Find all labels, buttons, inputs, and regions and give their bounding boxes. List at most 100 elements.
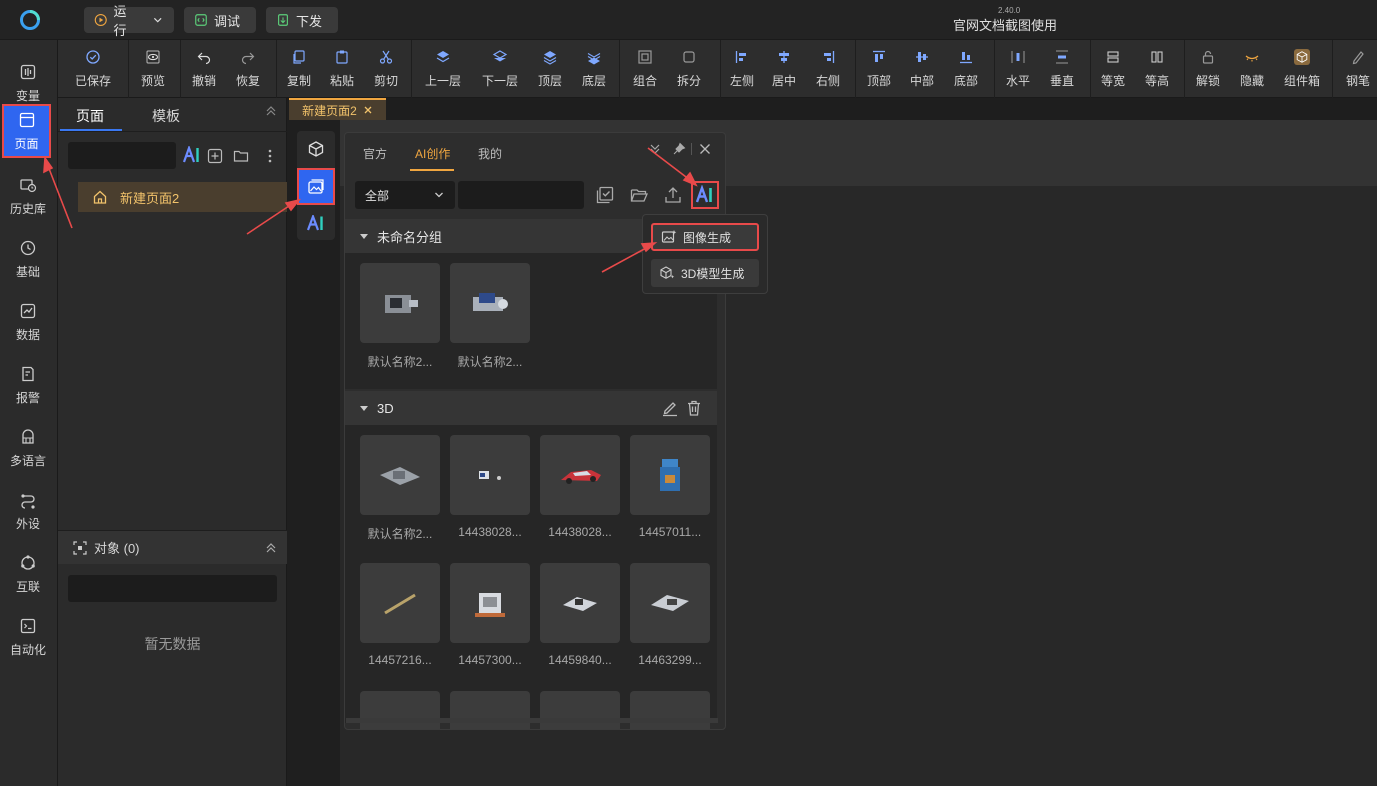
group-header-3d[interactable]: 3D <box>345 391 717 425</box>
folder-icon[interactable] <box>233 148 249 164</box>
close-icon[interactable] <box>698 142 712 156</box>
library-tab-official[interactable]: 官方 <box>363 145 387 162</box>
chassis-model-icon <box>651 595 689 611</box>
library-item[interactable] <box>540 691 620 729</box>
collapse-down-icon[interactable] <box>648 142 662 156</box>
library-item[interactable]: 14463299... <box>630 563 710 667</box>
menu-item-image-generation[interactable]: 图像生成 <box>651 223 759 251</box>
library-search-input[interactable] <box>458 181 584 209</box>
category-select[interactable]: 全部 <box>355 181 455 209</box>
image-library-tab[interactable] <box>297 168 335 205</box>
send-backward-button[interactable]: 下一层 <box>475 40 525 98</box>
component-library-tab[interactable] <box>297 131 335 167</box>
hide-label: 隐藏 <box>1239 74 1264 88</box>
ungroup-button[interactable]: 拆分 <box>667 40 711 98</box>
nav-item-data[interactable]: 数据 <box>0 293 56 351</box>
library-item[interactable]: 默认名称2... <box>450 263 530 370</box>
tab-templates[interactable]: 模板 <box>152 106 180 126</box>
preview-button[interactable]: 预览 <box>132 40 174 98</box>
library-item[interactable] <box>360 691 440 729</box>
nav-item-language[interactable]: 多语言 <box>0 419 56 477</box>
collapse-objects-icon[interactable] <box>264 541 278 555</box>
nav-item-automation[interactable]: 自动化 <box>0 608 56 666</box>
edit-icon[interactable] <box>661 399 679 417</box>
nav-item-alarm[interactable]: 报警 <box>0 356 56 414</box>
collapse-up-icon[interactable] <box>264 104 278 118</box>
same-height-button[interactable]: 等高 <box>1136 40 1178 98</box>
deploy-button[interactable]: 下发 <box>266 7 338 33</box>
library-item[interactable]: 14438028... <box>450 435 530 539</box>
align-right-icon <box>824 51 835 63</box>
menu-item-3d-generation[interactable]: 3D模型生成 <box>651 259 759 287</box>
distribute-vertical-button[interactable]: 垂直 <box>1041 40 1083 98</box>
send-backward-label: 下一层 <box>481 74 518 88</box>
ai-icon[interactable] <box>182 146 202 164</box>
app-window: 运行 调试 下发 2.40.0 官网文档截图使用 已保存 预览 撤销 恢复 复制… <box>0 0 1377 786</box>
library-item[interactable]: 14438028... <box>540 435 620 539</box>
align-bottom-button[interactable]: 底部 <box>945 40 987 98</box>
page-panel-tabs: 页面 模板 <box>58 98 287 132</box>
image-sparkle-icon <box>661 230 677 243</box>
align-right-button[interactable]: 右侧 <box>807 40 849 98</box>
nav-item-peripherals[interactable]: 外设 <box>0 482 56 540</box>
bring-forward-button[interactable]: 上一层 <box>418 40 468 98</box>
library-item[interactable]: 默认名称2... <box>360 435 440 542</box>
object-search-input[interactable] <box>68 575 277 602</box>
horizontal-scrollbar[interactable] <box>346 718 718 723</box>
more-icon[interactable] <box>262 148 278 164</box>
copy-button[interactable]: 复制 <box>278 40 320 98</box>
distribute-horizontal-label: 水平 <box>1005 74 1030 88</box>
bring-to-front-button[interactable]: 顶层 <box>530 40 570 98</box>
library-item[interactable] <box>630 691 710 729</box>
cut-button[interactable]: 剪切 <box>365 40 407 98</box>
same-width-button[interactable]: 等宽 <box>1092 40 1134 98</box>
library-item[interactable]: 14457011... <box>630 435 710 539</box>
align-center-button[interactable]: 居中 <box>763 40 805 98</box>
library-tab-ai[interactable]: AI创作 <box>415 145 450 162</box>
hide-button[interactable]: 隐藏 <box>1230 40 1274 98</box>
item-caption: 14457011... <box>638 525 702 539</box>
title-bar: 运行 调试 下发 2.40.0 官网文档截图使用 <box>0 0 1377 40</box>
close-tab-icon[interactable] <box>363 105 373 115</box>
pin-icon[interactable] <box>672 142 686 156</box>
batch-select-button[interactable] <box>593 183 617 207</box>
align-middle-button[interactable]: 中部 <box>901 40 943 98</box>
chevron-down-icon[interactable] <box>151 13 164 27</box>
add-page-icon[interactable] <box>207 148 223 164</box>
undo-button[interactable]: 撤销 <box>183 40 225 98</box>
component-box-button[interactable]: 组件箱 <box>1278 40 1326 98</box>
page-search-input[interactable] <box>68 142 176 169</box>
trash-icon[interactable] <box>685 399 703 417</box>
run-button[interactable]: 运行 <box>84 4 174 38</box>
nav-item-basic[interactable]: 基础 <box>0 230 56 288</box>
library-item[interactable]: 14457300... <box>450 563 530 667</box>
nav-label-peripherals: 外设 <box>15 516 40 531</box>
align-left-button[interactable]: 左侧 <box>721 40 763 98</box>
unlock-button[interactable]: 解锁 <box>1186 40 1230 98</box>
doc-tab-page2[interactable]: 新建页面2 <box>289 98 386 120</box>
nav-item-interconnect[interactable]: 互联 <box>0 545 56 603</box>
library-tab-mine[interactable]: 我的 <box>478 145 502 162</box>
library-item[interactable] <box>450 691 530 729</box>
library-item[interactable]: 默认名称2... <box>360 263 440 370</box>
saved-button[interactable]: 已保存 <box>66 40 120 98</box>
redo-button[interactable]: 恢复 <box>227 40 269 98</box>
send-to-back-button[interactable]: 底层 <box>574 40 614 98</box>
debug-button[interactable]: 调试 <box>184 7 256 33</box>
upload-button[interactable] <box>661 183 685 207</box>
nav-item-history[interactable]: 历史库 <box>0 167 56 225</box>
tab-pages[interactable]: 页面 <box>76 106 104 126</box>
paste-button[interactable]: 粘贴 <box>321 40 363 98</box>
copy-label: 复制 <box>286 74 311 88</box>
ai-create-button[interactable] <box>691 181 719 209</box>
library-item[interactable]: 14457216... <box>360 563 440 667</box>
group-button[interactable]: 组合 <box>623 40 667 98</box>
library-item[interactable]: 14459840... <box>540 563 620 667</box>
pen-button[interactable]: 钢笔 <box>1338 40 1377 98</box>
distribute-horizontal-button[interactable]: 水平 <box>997 40 1039 98</box>
ai-library-tab[interactable] <box>297 205 335 241</box>
page-tree-item[interactable]: 新建页面2 <box>78 182 287 212</box>
nav-item-pages[interactable]: 页面 <box>2 104 51 158</box>
align-top-button[interactable]: 顶部 <box>858 40 900 98</box>
open-folder-button[interactable] <box>627 183 651 207</box>
